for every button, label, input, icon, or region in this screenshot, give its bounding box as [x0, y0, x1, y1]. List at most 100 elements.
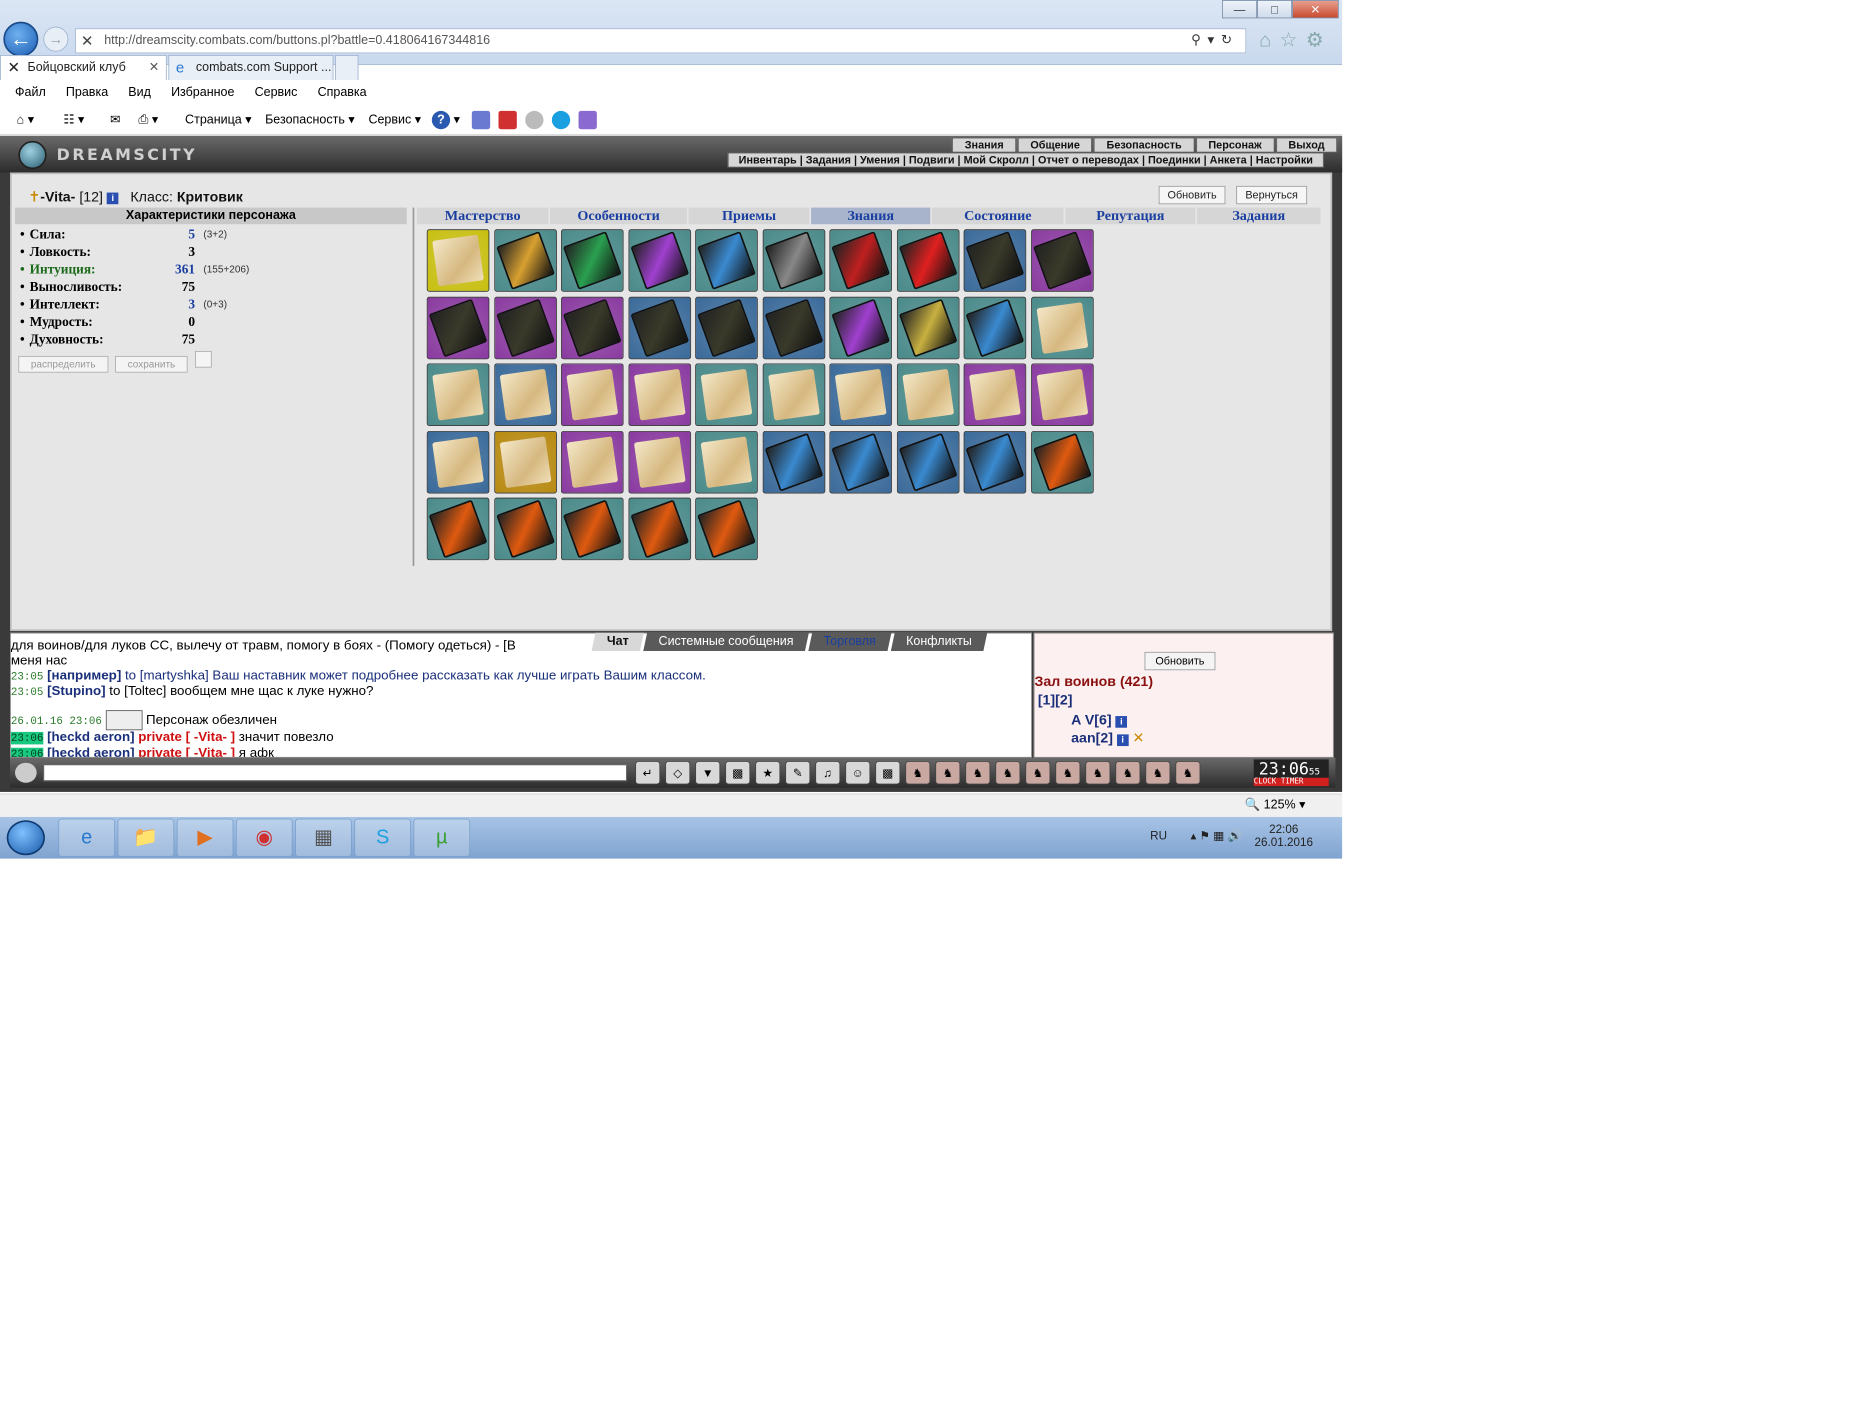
knowledge-card-icon[interactable] [695, 296, 758, 359]
chat-log[interactable]: для воинов/для луков СС, вылечу от травм… [10, 632, 1032, 758]
knowledge-card-icon[interactable] [762, 229, 825, 292]
explorer-taskbar-icon[interactable]: 📁 [117, 818, 175, 857]
sub-nav[interactable]: Инвентарь | Задания | Умения | Подвиги |… [727, 152, 1324, 168]
media-player-taskbar-icon[interactable]: ▶ [176, 818, 234, 857]
knowledge-card-icon[interactable] [829, 296, 892, 359]
player-row[interactable]: aan[2] i ✕ [1071, 730, 1144, 747]
knowledge-card-icon[interactable] [963, 430, 1027, 494]
chat-input[interactable] [43, 764, 627, 782]
tab-system[interactable]: Системные сообщения [643, 632, 809, 652]
knowledge-card-icon[interactable] [963, 229, 1027, 292]
menu-security[interactable]: Безопасность ▾ [265, 105, 355, 135]
knowledge-scroll-icon[interactable] [762, 363, 825, 426]
skype-icon[interactable] [551, 105, 571, 135]
nav-communication[interactable]: Общение [1017, 137, 1093, 153]
rss-icon[interactable]: ☷ ▾ [63, 105, 84, 135]
lang-indicator[interactable]: RU [1150, 829, 1167, 842]
help-icon[interactable]: ? ▾ [431, 105, 460, 135]
knowledge-card-icon[interactable] [829, 430, 892, 494]
tab-mastery[interactable]: Мастерство [416, 207, 549, 225]
filter-icon[interactable]: ▼ [695, 761, 721, 785]
knowledge-card-icon[interactable] [896, 229, 960, 292]
knowledge-scroll-icon[interactable] [695, 363, 758, 426]
knowledge-card-icon[interactable] [628, 296, 691, 359]
nav-security[interactable]: Безопасность [1094, 137, 1195, 153]
knowledge-card-icon[interactable] [963, 296, 1027, 359]
knowledge-card-icon[interactable] [762, 296, 825, 359]
knowledge-card-icon[interactable] [1030, 229, 1094, 292]
knowledge-card-icon[interactable] [695, 497, 758, 561]
knowledge-scroll-icon[interactable] [628, 430, 691, 494]
knowledge-card-icon[interactable] [426, 296, 490, 359]
knowledge-scroll-icon[interactable] [426, 430, 490, 494]
stat-checkbox[interactable] [194, 350, 212, 368]
home-favorites-settings-icons[interactable]: ⌂☆⚙ [1259, 28, 1332, 52]
info-icon[interactable]: i [106, 192, 119, 204]
tab-trade[interactable]: Торговля [808, 632, 892, 652]
save-log-icon[interactable]: ▩ [725, 761, 751, 785]
clear-icon[interactable]: ◇ [665, 761, 691, 785]
knowledge-card-icon[interactable] [493, 229, 557, 292]
knowledge-scroll-icon[interactable] [628, 363, 691, 426]
maximize-button[interactable]: □ [1257, 0, 1293, 19]
tab-knowledge[interactable]: Знания [811, 207, 931, 225]
knowledge-card-icon[interactable] [561, 229, 624, 292]
knowledge-scroll-icon[interactable] [695, 430, 758, 494]
knowledge-scroll-icon[interactable] [561, 363, 624, 426]
knowledge-card-icon[interactable] [493, 296, 557, 359]
tab-conflicts[interactable]: Конфликты [890, 632, 988, 652]
knowledge-scroll-icon[interactable] [561, 430, 624, 494]
ability-icon-6[interactable]: ♞ [1055, 761, 1081, 785]
skype-taskbar-icon[interactable]: S [354, 818, 411, 857]
start-button[interactable] [6, 820, 46, 856]
menu-edit[interactable]: Правка [66, 85, 108, 99]
room-pages[interactable]: [1][2] [1038, 692, 1073, 709]
tab-quests[interactable]: Задания [1197, 207, 1321, 225]
zoom-control[interactable]: 🔍 125% ▾ [1245, 794, 1306, 816]
chat-nick[interactable]: [Stupino] [47, 684, 106, 698]
knowledge-scroll-icon[interactable] [426, 363, 490, 426]
save-button[interactable]: сохранить [115, 355, 188, 373]
settings-icon[interactable]: ▩ [875, 761, 901, 785]
chat-private[interactable]: private [ -Vita- ] [135, 746, 235, 757]
tab-chat[interactable]: Чат [591, 632, 645, 652]
chat-nick[interactable]: [heckd aeron] [47, 730, 134, 744]
knowledge-card-icon[interactable] [1030, 430, 1094, 494]
room-refresh-button[interactable]: Обновить [1144, 651, 1216, 671]
ability-icon-7[interactable]: ♞ [1085, 761, 1111, 785]
url-controls-icon[interactable]: ⚲▾↻ [1191, 29, 1239, 52]
knowledge-card-icon[interactable] [829, 229, 892, 292]
knowledge-card-icon[interactable] [896, 296, 960, 359]
knowledge-scroll-icon[interactable] [426, 229, 490, 292]
knowledge-card-icon[interactable] [896, 430, 960, 494]
knowledge-scroll-icon[interactable] [829, 363, 892, 426]
forward-button[interactable]: → [43, 26, 69, 52]
knowledge-card-icon[interactable] [628, 497, 691, 561]
knowledge-scroll-icon[interactable] [493, 430, 557, 494]
enter-icon[interactable]: ↵ [635, 761, 661, 785]
chat-nick[interactable]: [например] [47, 669, 121, 683]
mail-icon[interactable]: ✉ [110, 105, 120, 135]
minimize-button[interactable]: — [1222, 0, 1258, 19]
home-icon[interactable]: ⌂ ▾ [17, 105, 34, 135]
close-window-button[interactable]: ✕ [1292, 0, 1339, 19]
refresh-button[interactable]: Обновить [1158, 185, 1226, 205]
knowledge-scroll-icon[interactable] [493, 363, 557, 426]
emoticon-icon[interactable]: ☺ [845, 761, 871, 785]
menu-tools[interactable]: Сервис [255, 85, 298, 99]
nav-exit[interactable]: Выход [1275, 137, 1338, 153]
tab-close-icon[interactable]: ✕ [149, 56, 159, 79]
knowledge-card-icon[interactable] [628, 229, 691, 292]
menu-file[interactable]: Файл [15, 85, 46, 99]
ie-taskbar-icon[interactable]: e [58, 818, 116, 857]
tab-state[interactable]: Состояние [931, 207, 1064, 225]
ability-icon-5[interactable]: ♞ [1025, 761, 1051, 785]
tab-support[interactable]: e combats.com Support ... [168, 55, 334, 81]
url-field[interactable]: ✕ http://dreamscity.combats.com/buttons.… [75, 28, 1247, 54]
knowledge-scroll-icon[interactable] [1030, 296, 1094, 359]
nav-knowledge[interactable]: Знания [952, 137, 1017, 153]
tab-techniques[interactable]: Приемы [688, 207, 810, 225]
distribute-button[interactable]: распределить [18, 355, 109, 373]
sound-icon[interactable]: ♫ [815, 761, 841, 785]
knowledge-scroll-icon[interactable] [963, 363, 1027, 426]
